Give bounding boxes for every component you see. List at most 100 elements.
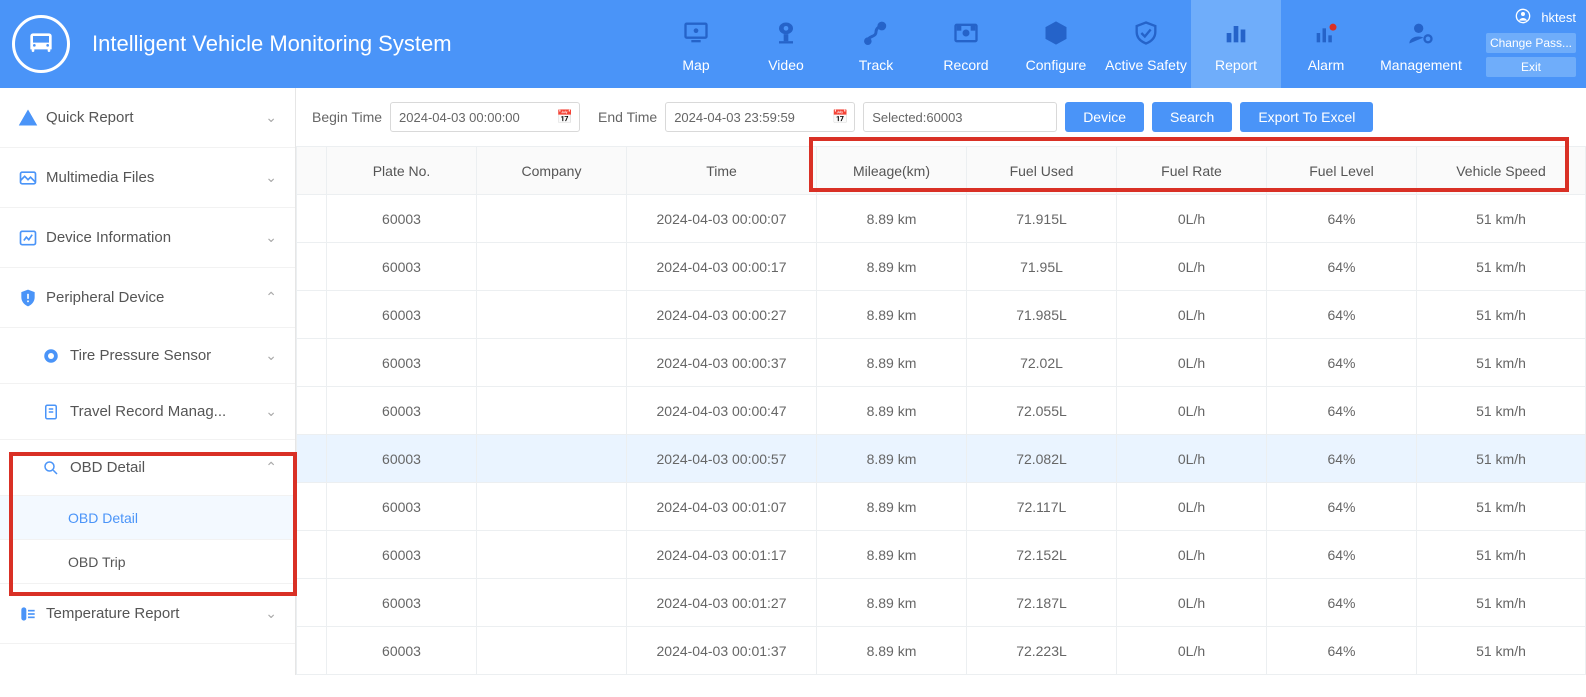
table-cell: 2024-04-03 00:01:37: [627, 627, 817, 675]
device-button[interactable]: Device: [1065, 102, 1144, 132]
table-cell: 8.89 km: [817, 195, 967, 243]
nav-video[interactable]: Video: [741, 0, 831, 88]
table-row[interactable]: 600032024-04-03 00:00:178.89 km71.95L0L/…: [297, 243, 1586, 291]
search-button[interactable]: Search: [1152, 102, 1232, 132]
col-fuel-level: Fuel Level: [1267, 147, 1417, 195]
table-cell: 2024-04-03 00:00:07: [627, 195, 817, 243]
table-cell: 51 km/h: [1417, 339, 1586, 387]
sidebar-travel-record[interactable]: Travel Record Manag... ⌄: [0, 384, 295, 440]
table-row[interactable]: 600032024-04-03 00:00:478.89 km72.055L0L…: [297, 387, 1586, 435]
stats-icon: [18, 228, 46, 248]
shield-icon: [1131, 15, 1161, 51]
table-cell: 60003: [327, 339, 477, 387]
table-cell: [477, 435, 627, 483]
table-cell: [297, 531, 327, 579]
end-time-input[interactable]: 2024-04-03 23:59:59 📅: [665, 102, 855, 132]
table-cell: [297, 579, 327, 627]
calendar-icon: 📅: [832, 109, 848, 125]
table-cell: 64%: [1267, 387, 1417, 435]
end-time-label: End Time: [598, 109, 657, 125]
table-cell: 51 km/h: [1417, 483, 1586, 531]
table-cell: 51 km/h: [1417, 531, 1586, 579]
table-cell: 8.89 km: [817, 579, 967, 627]
warning-icon: [18, 108, 46, 128]
user-name: hktest: [1541, 10, 1576, 25]
table-cell: 60003: [327, 195, 477, 243]
app-title: Intelligent Vehicle Monitoring System: [92, 31, 452, 57]
table-cell: 64%: [1267, 435, 1417, 483]
sidebar-obd-detail-parent[interactable]: OBD Detail ⌃: [0, 440, 295, 496]
nav-record[interactable]: Record: [921, 0, 1011, 88]
sidebar-tire-pressure[interactable]: Tire Pressure Sensor ⌄: [0, 328, 295, 384]
change-password-button[interactable]: Change Pass...: [1486, 33, 1576, 53]
table-cell: 72.02L: [967, 339, 1117, 387]
table-cell: [297, 339, 327, 387]
begin-time-input[interactable]: 2024-04-03 00:00:00 📅: [390, 102, 580, 132]
table-cell: 8.89 km: [817, 483, 967, 531]
chevron-down-icon: ⌄: [265, 229, 277, 246]
table-cell: [297, 387, 327, 435]
col-mileage: Mileage(km): [817, 147, 967, 195]
table-cell: 64%: [1267, 339, 1417, 387]
table-cell: 51 km/h: [1417, 579, 1586, 627]
table-row[interactable]: 600032024-04-03 00:00:078.89 km71.915L0L…: [297, 195, 1586, 243]
table-cell: [297, 291, 327, 339]
user-box: hktest Change Pass... Exit: [1471, 0, 1586, 88]
table-cell: 8.89 km: [817, 387, 967, 435]
table-cell: 51 km/h: [1417, 387, 1586, 435]
table-cell: [477, 195, 627, 243]
nav-report[interactable]: Report: [1191, 0, 1281, 88]
col-speed: Vehicle Speed: [1417, 147, 1586, 195]
chevron-up-icon: ⌃: [265, 459, 277, 476]
sidebar-temperature[interactable]: Temperature Report ⌄: [0, 584, 295, 644]
table-cell: 60003: [327, 291, 477, 339]
table-cell: 8.89 km: [817, 435, 967, 483]
nav-configure[interactable]: Configure: [1011, 0, 1101, 88]
begin-time-label: Begin Time: [312, 109, 382, 125]
sidebar-multimedia[interactable]: Multimedia Files ⌄: [0, 148, 295, 208]
nav-active-safety[interactable]: Active Safety: [1101, 0, 1191, 88]
table-cell: [477, 243, 627, 291]
export-button[interactable]: Export To Excel: [1240, 102, 1373, 132]
camera-icon: [771, 15, 801, 51]
nav-management[interactable]: Management: [1371, 0, 1471, 88]
nav-map[interactable]: Map: [651, 0, 741, 88]
table-cell: [477, 531, 627, 579]
table-cell: [477, 387, 627, 435]
nav-track[interactable]: Track: [831, 0, 921, 88]
table-cell: 72.055L: [967, 387, 1117, 435]
col-company: Company: [477, 147, 627, 195]
nav-alarm[interactable]: Alarm: [1281, 0, 1371, 88]
user-icon: [1515, 8, 1531, 27]
sidebar-quick-report[interactable]: Quick Report ⌄: [0, 88, 295, 148]
table-cell: 8.89 km: [817, 627, 967, 675]
table-row[interactable]: 600032024-04-03 00:00:278.89 km71.985L0L…: [297, 291, 1586, 339]
table-cell: 64%: [1267, 291, 1417, 339]
shield-alert-icon: [18, 288, 46, 308]
table-cell: 72.187L: [967, 579, 1117, 627]
table-row[interactable]: 600032024-04-03 00:00:378.89 km72.02L0L/…: [297, 339, 1586, 387]
table-row[interactable]: 600032024-04-03 00:00:578.89 km72.082L0L…: [297, 435, 1586, 483]
table-cell: [297, 483, 327, 531]
sidebar-obd-trip[interactable]: OBD Trip: [0, 540, 295, 584]
table-cell: 60003: [327, 483, 477, 531]
table-cell: 60003: [327, 627, 477, 675]
col-fuel-rate: Fuel Rate: [1117, 147, 1267, 195]
table-row[interactable]: 600032024-04-03 00:01:278.89 km72.187L0L…: [297, 579, 1586, 627]
top-nav: Map Video Track Record Configure Active …: [651, 0, 1471, 88]
sidebar-peripheral[interactable]: Peripheral Device ⌃: [0, 268, 295, 328]
table-cell: 0L/h: [1117, 387, 1267, 435]
sidebar-obd-detail[interactable]: OBD Detail: [0, 496, 295, 540]
table-cell: 64%: [1267, 531, 1417, 579]
sidebar-device-info[interactable]: Device Information ⌄: [0, 208, 295, 268]
device-select[interactable]: [863, 102, 1057, 132]
box-icon: [1041, 15, 1071, 51]
table-row[interactable]: 600032024-04-03 00:01:378.89 km72.223L0L…: [297, 627, 1586, 675]
table-cell: 8.89 km: [817, 339, 967, 387]
table-row[interactable]: 600032024-04-03 00:01:078.89 km72.117L0L…: [297, 483, 1586, 531]
table-cell: 60003: [327, 387, 477, 435]
table-cell: 2024-04-03 00:00:17: [627, 243, 817, 291]
table-row[interactable]: 600032024-04-03 00:01:178.89 km72.152L0L…: [297, 531, 1586, 579]
exit-button[interactable]: Exit: [1486, 57, 1576, 77]
table-cell: 60003: [327, 531, 477, 579]
